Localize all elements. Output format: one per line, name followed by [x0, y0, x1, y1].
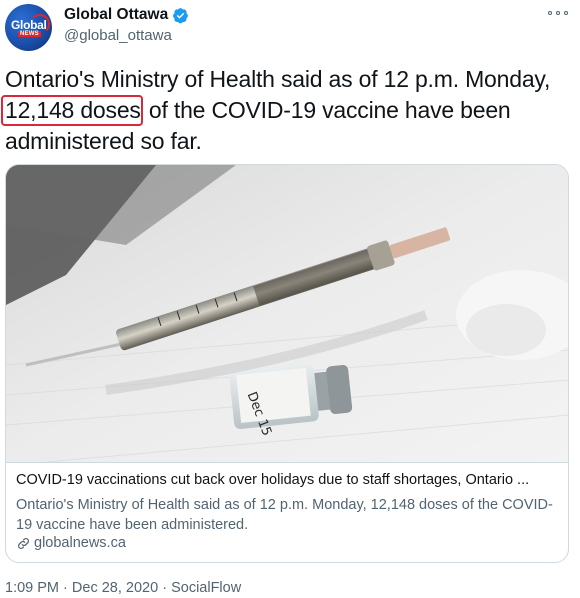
meta-separator: ·: [162, 580, 168, 596]
more-dot: [548, 11, 552, 15]
tweet-source[interactable]: SocialFlow: [171, 580, 241, 596]
card-domain[interactable]: globalnews.ca: [16, 535, 126, 551]
card-title[interactable]: COVID-19 vaccinations cut back over holi…: [16, 472, 556, 488]
author-handle[interactable]: @global_ottawa: [64, 27, 172, 44]
link-icon: [18, 537, 29, 549]
meta-separator: ·: [63, 580, 68, 596]
tweet-time[interactable]: 1:09 PM: [5, 580, 59, 596]
more-dot: [556, 11, 560, 15]
link-preview-card[interactable]: Dec 15 COVID-19 vaccinations cut back ov…: [5, 164, 569, 563]
card-photo: Dec 15: [6, 165, 568, 462]
tweet-text-before: Ontario's Ministry of Health said as of …: [5, 66, 551, 92]
card-description: Ontario's Ministry of Health said as of …: [16, 497, 553, 533]
tweet-metadata: 1:09 PM · Dec 28, 2020 · SocialFlow: [5, 580, 241, 596]
avatar-logo-text: Global: [11, 18, 47, 32]
card-domain-text: globalnews.ca: [34, 535, 126, 551]
author-display-name-text: Global Ottawa: [64, 6, 169, 23]
avatar-logo-subtext: NEWS: [18, 31, 41, 37]
more-options-icon[interactable]: [548, 6, 568, 20]
tweet-text: Ontario's Ministry of Health said as of …: [1, 64, 565, 157]
author-display-name[interactable]: Global Ottawa: [64, 6, 189, 24]
avatar[interactable]: Global NEWS: [5, 4, 52, 51]
more-dot: [564, 11, 568, 15]
vaccine-syringe-vial-image[interactable]: Dec 15: [6, 165, 568, 463]
tweet: Global NEWS Global Ottawa @global_ottawa…: [0, 0, 580, 598]
highlighted-dose-count: 12,148 doses: [1, 95, 143, 126]
tweet-date[interactable]: Dec 28, 2020: [72, 580, 158, 596]
verified-badge-icon: [173, 7, 189, 23]
